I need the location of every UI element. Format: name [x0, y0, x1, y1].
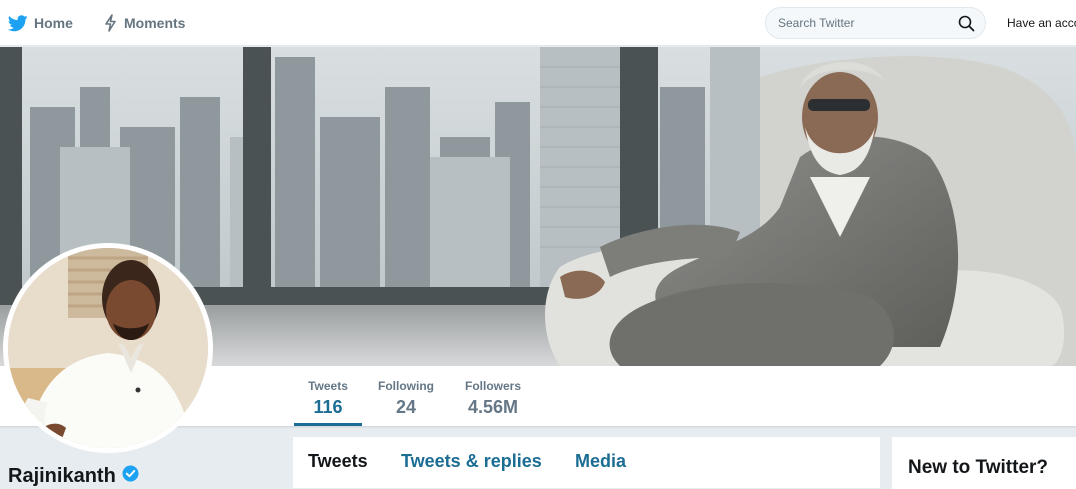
top-navigation-bar: Home Moments Have an acco	[0, 0, 1076, 46]
nav-home-label: Home	[34, 15, 73, 31]
search-box	[765, 7, 986, 39]
stat-following[interactable]: Following 24	[373, 366, 439, 426]
profile-name: Rajinikanth	[8, 465, 139, 488]
stat-tweets-label: Tweets	[308, 379, 348, 393]
tab-tweets-and-replies[interactable]: Tweets & replies	[401, 451, 542, 472]
signup-module-title: New to Twitter?	[908, 457, 1049, 478]
profile-avatar[interactable]	[3, 243, 213, 453]
search-icon[interactable]	[958, 15, 975, 37]
stat-tweets-value: 116	[313, 397, 343, 417]
stat-tweets[interactable]: Tweets 116	[294, 366, 362, 426]
avatar-photo	[8, 248, 208, 448]
stat-followers[interactable]: Followers 4.56M	[460, 366, 526, 426]
nav-home-link[interactable]: Home	[8, 0, 73, 46]
stat-followers-value: 4.56M	[467, 397, 519, 417]
nav-moments-link[interactable]: Moments	[103, 0, 185, 46]
stat-following-value: 24	[395, 397, 417, 417]
twitter-bird-icon	[8, 14, 28, 32]
lightning-icon	[103, 14, 118, 32]
have-account-link[interactable]: Have an acco	[1007, 16, 1076, 30]
verified-badge-icon	[122, 465, 139, 488]
timeline-tabs: Tweets Tweets & replies Media	[293, 437, 880, 489]
nav-moments-label: Moments	[124, 15, 186, 31]
stat-followers-label: Followers	[464, 379, 521, 393]
signup-module: New to Twitter?	[892, 437, 1076, 489]
stat-following-label: Following	[378, 379, 434, 393]
profile-name-text: Rajinikanth	[8, 465, 116, 487]
tab-tweets[interactable]: Tweets	[308, 451, 368, 472]
tab-media[interactable]: Media	[575, 451, 626, 472]
search-input[interactable]	[766, 8, 951, 38]
